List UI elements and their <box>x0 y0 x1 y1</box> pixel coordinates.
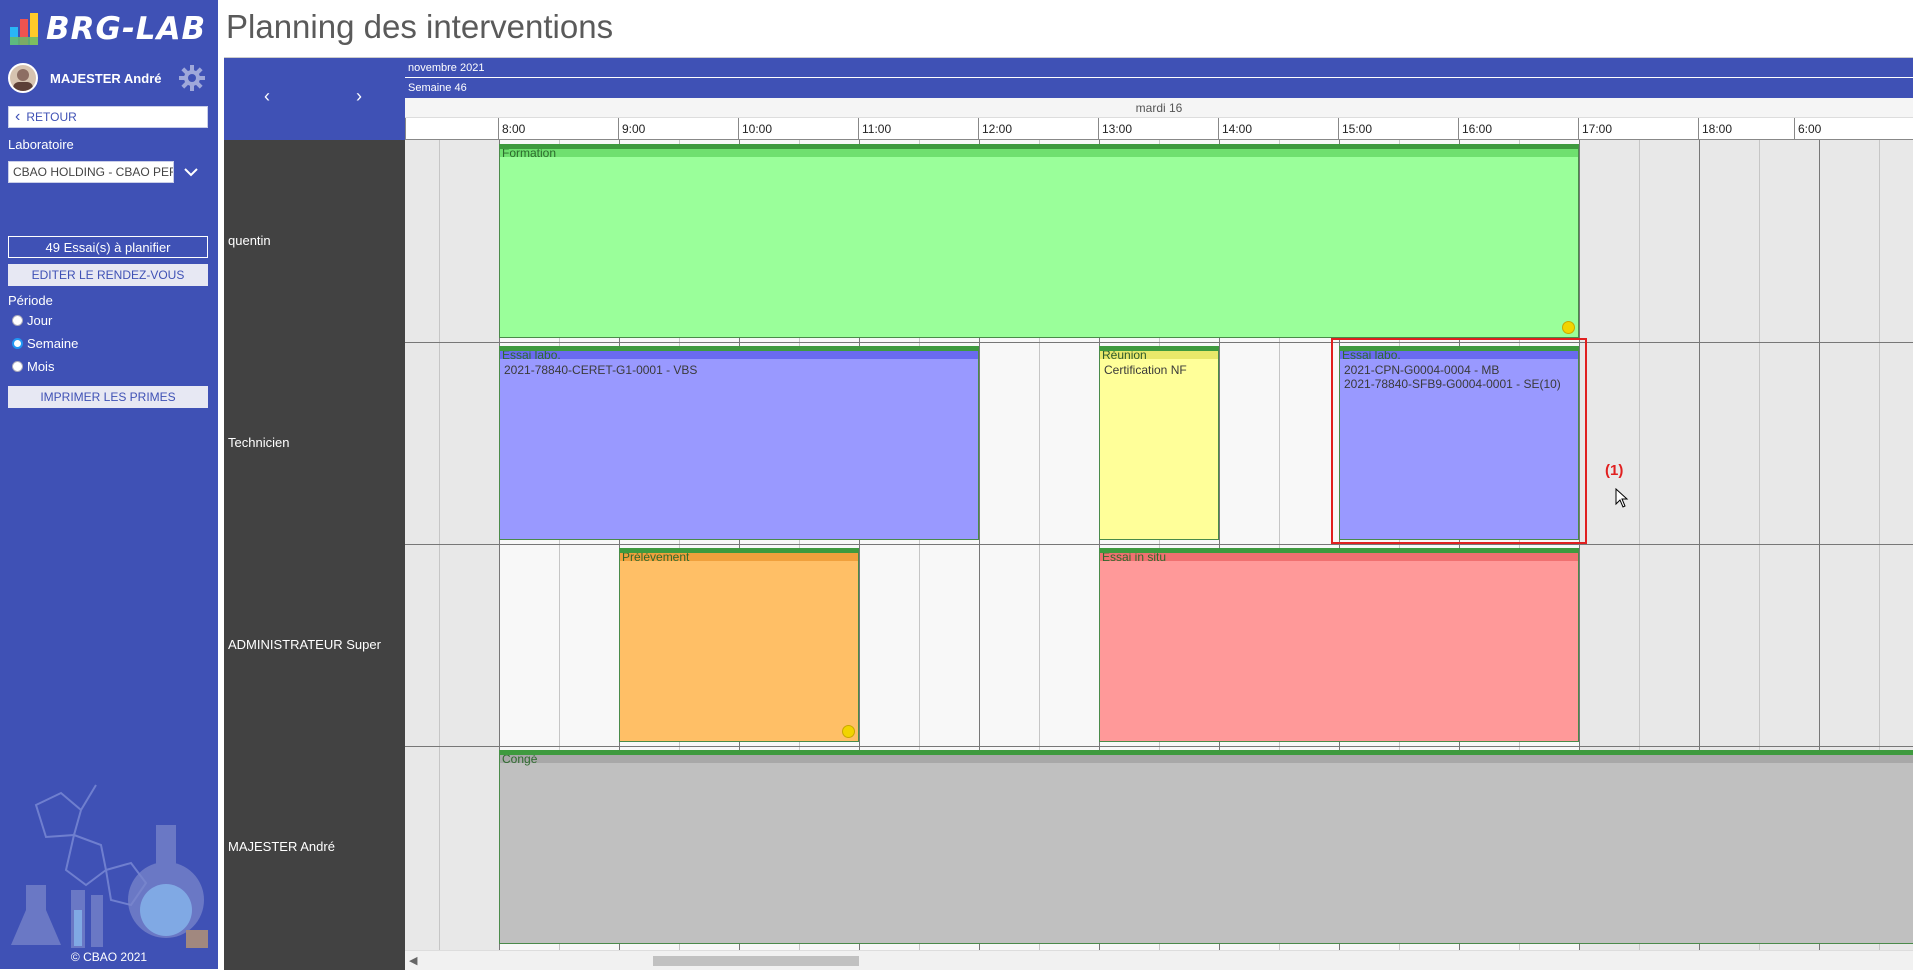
mouse-cursor-icon <box>1615 487 1629 513</box>
event-block[interactable]: Essai labo. 2021-78840-CERET-G1-0001 - VB… <box>499 346 979 540</box>
schedule-grid: Formation Essai labo. 2021-78840-CERET-G1-… <box>405 140 1913 950</box>
period-radio-semaine[interactable]: Semaine <box>12 336 78 351</box>
day-header: mardi 16 <box>405 98 1913 118</box>
event-block[interactable]: Prélèvement <box>619 548 859 742</box>
row-separator <box>405 544 1913 545</box>
date-navigation: ‹ › <box>224 58 405 140</box>
radio-icon <box>12 315 23 326</box>
edit-appointment-button[interactable]: EDITER LE RENDEZ-VOUS <box>8 264 208 286</box>
lab-select[interactable]: CBAO HOLDING - CBAO PERPIGNAN <box>8 161 174 183</box>
scheduler: ‹ › quentin Technicien ADMINISTRATEUR Su… <box>224 57 1913 970</box>
event-title: Essai in situ <box>1102 550 1167 564</box>
gear-icon[interactable] <box>178 64 206 92</box>
timeline: novembre 2021 Semaine 46 mardi 16 8:00 9:… <box>405 58 1913 970</box>
next-period-button[interactable]: › <box>356 86 362 107</box>
chevron-down-icon[interactable] <box>180 162 202 182</box>
resource-column: ‹ › quentin Technicien ADMINISTRATEUR Su… <box>224 58 405 970</box>
horizontal-scrollbar[interactable]: ◀ <box>405 950 1913 970</box>
resource-name: Technicien <box>228 435 290 450</box>
period-radio-jour[interactable]: Jour <box>12 313 52 328</box>
user-name: MAJESTER André <box>50 70 162 86</box>
off-hours-zone <box>405 140 499 950</box>
copyright: © CBAO 2021 <box>70 950 148 964</box>
annotation-label: (1) <box>1605 462 1624 479</box>
period-radio-label: Semaine <box>27 336 79 351</box>
event-status-icon[interactable] <box>1562 321 1575 334</box>
sidebar: BRG-LAB MAJESTER André ‹ RETOUR Laborato… <box>0 0 218 969</box>
lab-label: Laboratoire <box>8 137 74 152</box>
user-profile: MAJESTER André <box>8 62 208 94</box>
period-label: Période <box>8 293 53 308</box>
event-title: Formation <box>502 146 557 160</box>
event-detail-line: 2021-78840-CERET-G1-0001 - VBS <box>504 363 698 377</box>
logo-mark-icon <box>8 11 42 47</box>
avatar[interactable] <box>8 63 38 93</box>
hour-label: 16:00 <box>1462 122 1493 136</box>
back-button[interactable]: ‹ RETOUR <box>8 106 208 128</box>
event-status-icon[interactable] <box>842 725 855 738</box>
radio-checked-icon <box>12 338 23 349</box>
event-block[interactable]: Congé <box>499 750 1913 944</box>
week-header: Semaine 46 <box>405 78 1913 98</box>
scrollbar-thumb[interactable] <box>653 956 859 966</box>
scroll-left-arrow-icon[interactable]: ◀ <box>409 954 417 967</box>
hour-label: 6:00 <box>1798 122 1822 136</box>
period-radio-label: Jour <box>27 313 53 328</box>
hour-label: 13:00 <box>1102 122 1133 136</box>
radio-icon <box>12 361 23 372</box>
lab-glassware-illustration <box>6 775 211 950</box>
page-title: Planning des interventions <box>226 8 614 45</box>
event-title: Essai labo. <box>502 348 561 362</box>
hour-label: 12:00 <box>982 122 1013 136</box>
hour-label: 15:00 <box>1342 122 1373 136</box>
event-block[interactable]: Formation <box>499 144 1579 338</box>
app-logo: BRG-LAB <box>8 8 206 50</box>
hour-label: 11:00 <box>862 122 892 136</box>
resource-name: ADMINISTRATEUR Super <box>228 637 381 652</box>
hour-label: 17:00 <box>1582 122 1613 136</box>
event-block[interactable]: Essai in situ <box>1099 548 1579 742</box>
hour-label: 14:00 <box>1222 122 1253 136</box>
month-header: novembre 2021 <box>405 58 1913 78</box>
hour-label: 8:00 <box>502 122 526 136</box>
event-title: Congé <box>502 752 538 766</box>
hour-label: 9:00 <box>622 122 646 136</box>
event-title: Réunion <box>1102 348 1147 362</box>
chevron-left-icon: ‹ <box>15 108 21 125</box>
event-block[interactable]: Réunion Certification NF <box>1099 346 1219 540</box>
row-separator <box>405 746 1913 747</box>
annotation-highlight-box <box>1331 338 1587 544</box>
resource-name: quentin <box>228 233 271 248</box>
event-title: Prélèvement <box>622 550 690 564</box>
logo-text: BRG-LAB <box>46 11 207 47</box>
resource-name: MAJESTER André <box>228 839 335 854</box>
period-radio-label: Mois <box>27 359 55 374</box>
row-separator <box>405 342 1913 343</box>
previous-period-button[interactable]: ‹ <box>264 86 270 107</box>
hour-label: 18:00 <box>1702 122 1733 136</box>
period-radio-mois[interactable]: Mois <box>12 359 54 374</box>
event-detail-line: Certification NF <box>1104 363 1187 377</box>
hour-label: 10:00 <box>742 122 773 136</box>
print-bonuses-button[interactable]: IMPRIMER LES PRIMES <box>8 386 208 408</box>
hour-tick <box>405 118 406 140</box>
grid-line <box>439 140 440 950</box>
back-button-label: RETOUR <box>26 110 77 124</box>
plan-tests-button[interactable]: 49 Essai(s) à planifier <box>8 236 208 258</box>
hours-header: 8:00 9:00 10:00 11:00 12:00 13:00 14:00 15:00 16… <box>405 118 1913 140</box>
